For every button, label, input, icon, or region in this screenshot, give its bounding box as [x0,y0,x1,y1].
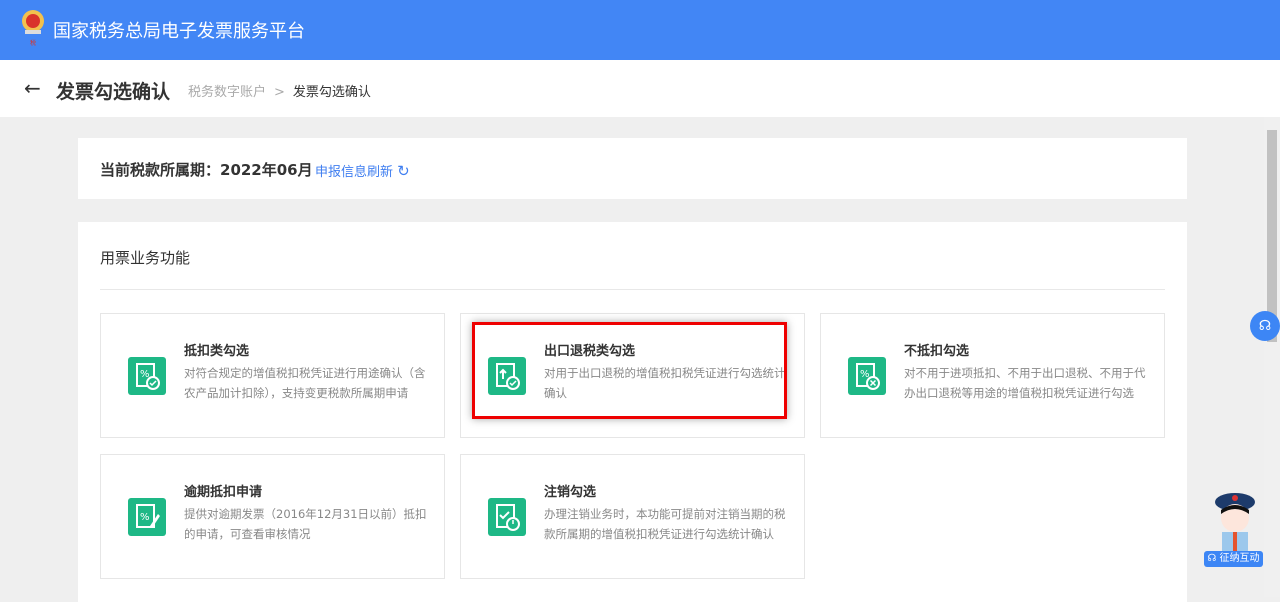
period-card: 当前税款所属期：2022年06月 申报信息刷新 ↻ [78,138,1187,199]
refresh-icon: ↻ [397,162,410,180]
top-header: 税 国家税务总局电子发票服务平台 [0,0,1280,60]
refresh-link[interactable]: 申报信息刷新 ↻ [315,161,410,180]
tile-description: 提供对逾期发票（2016年12月31日以前）抵扣的申请，可查看审核情况 [184,507,427,541]
service-button[interactable]: ☊ 征纳互动 [1204,551,1263,567]
function-tile[interactable]: % 不抵扣勾选对不用于进项抵扣、不用于出口退税、不用于代办出口退税等用途的增值税扣… [820,313,1165,438]
tile-description: 对不用于进项抵扣、不用于出口退税、不用于代办出口退税等用途的增值税扣税凭证进行勾… [904,366,1146,400]
mascot-image[interactable] [1210,490,1260,552]
percent-cross-icon: % [848,357,886,395]
headset-icon: ☊ [1258,318,1272,334]
highlight-box [472,322,787,419]
function-tile[interactable]: % 抵扣类勾选对符合规定的增值税扣税凭证进行用途确认（含农产品加计扣除），支持变更… [100,313,445,438]
back-arrow-icon[interactable]: ← [24,76,41,100]
breadcrumb-link[interactable]: 税务数字账户 [188,85,266,100]
percent-check-icon: % [128,357,166,395]
scrollbar-thumb[interactable] [1267,130,1277,342]
section-title: 用票业务功能 [100,249,191,267]
svg-text:税: 税 [30,39,36,47]
app-title: 国家税务总局电子发票服务平台 [53,21,305,42]
headset-button[interactable]: ☊ [1250,311,1280,341]
tile-title: 逾期抵扣申请 [184,485,263,500]
tile-description: 对符合规定的增值税扣税凭证进行用途确认（含农产品加计扣除），支持变更税款所属期申… [184,366,426,400]
tax-logo-icon: 税 [22,10,44,47]
service-label: 征纳互动 [1219,553,1260,564]
breadcrumb-separator: > [274,85,285,100]
breadcrumb-current: 发票勾选确认 [292,85,371,100]
headset-small-icon: ☊ [1207,553,1217,564]
tile-title: 注销勾选 [544,485,597,500]
tile-title: 不抵扣勾选 [904,344,970,359]
edit-percent-icon: % [128,498,166,536]
page-title: 发票勾选确认 [56,81,171,103]
function-tile[interactable]: % 逾期抵扣申请提供对逾期发票（2016年12月31日以前）抵扣的申请，可查看审核… [100,454,445,579]
tax-period: 当前税款所属期：2022年06月 [100,161,313,179]
check-power-icon [488,498,526,536]
svg-text:%: % [140,512,150,523]
divider [100,289,1165,290]
breadcrumb: 税务数字账户 > 发票勾选确认 [188,81,371,100]
refresh-label: 申报信息刷新 [315,165,394,180]
tile-description: 办理注销业务时，本功能可提前对注销当期的税款所属期的增值税扣税凭证进行勾选统计确… [544,507,786,541]
tile-title: 抵扣类勾选 [184,344,250,359]
function-tile[interactable]: 注销勾选办理注销业务时，本功能可提前对注销当期的税款所属期的增值税扣税凭证进行勾… [460,454,805,579]
